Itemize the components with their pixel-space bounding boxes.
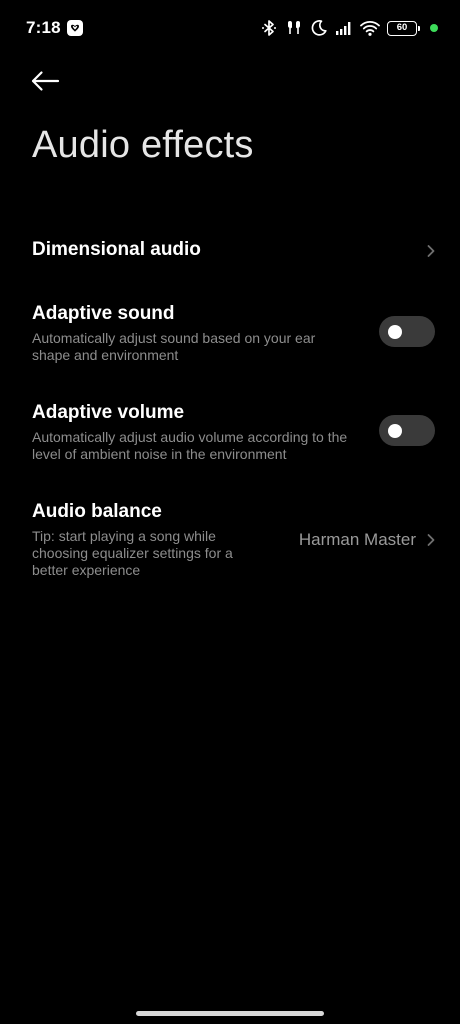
audio-balance-description: Tip: start playing a song while choosing… (32, 528, 233, 578)
status-icons: 60 (260, 18, 438, 38)
adaptive-sound-row[interactable]: Adaptive sound Automatically adjust soun… (0, 296, 460, 376)
audio-balance-title: Audio balance (32, 501, 162, 522)
toggle-knob (388, 324, 402, 339)
adaptive-volume-toggle[interactable] (379, 415, 435, 446)
adaptive-sound-title: Adaptive sound (32, 303, 175, 324)
earbuds-icon (288, 21, 300, 34)
dimensional-audio-row[interactable]: Dimensional audio (0, 226, 460, 276)
audio-balance-row[interactable]: Audio balance Tip: start playing a song … (0, 494, 460, 590)
battery-indicator: 60 (387, 20, 420, 36)
toggle-knob (388, 423, 402, 438)
adaptive-volume-title: Adaptive volume (32, 402, 185, 423)
privacy-indicator-dot (430, 24, 438, 32)
chevron-right-icon (427, 245, 435, 257)
adaptive-volume-description: Automatically adjust audio volume accord… (32, 429, 348, 462)
chevron-right-icon (427, 534, 435, 546)
home-indicator[interactable] (136, 1011, 324, 1016)
adaptive-sound-description: Automatically adjust sound based on your… (32, 330, 316, 363)
back-button[interactable] (30, 64, 66, 98)
gallery-icon (67, 20, 83, 36)
dimensional-audio-title: Dimensional audio (32, 239, 201, 260)
moon-icon (311, 20, 327, 36)
audio-balance-value: Harman Master (298, 530, 416, 549)
battery-level: 60 (396, 22, 408, 34)
wifi-icon (360, 21, 380, 36)
adaptive-sound-toggle[interactable] (379, 316, 435, 347)
bluetooth-icon (262, 20, 276, 36)
status-time: 7:18 (26, 18, 61, 37)
signal-icon (336, 22, 351, 35)
adaptive-volume-row[interactable]: Adaptive volume Automatically adjust aud… (0, 395, 460, 475)
back-arrow-icon (31, 71, 60, 91)
status-bar: 7:18 60 (0, 0, 460, 56)
page-title: Audio effects (32, 124, 254, 166)
